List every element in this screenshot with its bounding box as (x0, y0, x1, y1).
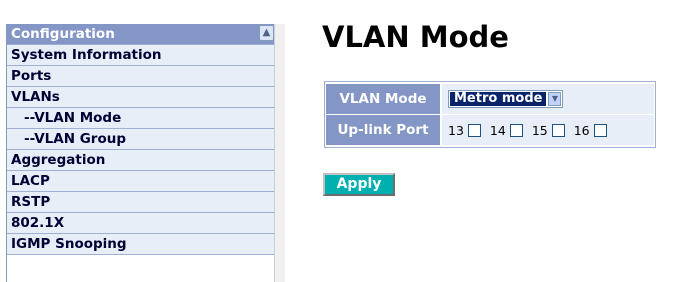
sidebar-menu: Configuration System Information Ports V… (6, 24, 276, 282)
sidebar-item-rstp[interactable]: RSTP (7, 192, 275, 213)
vlan-mode-selected-value[interactable]: Metro mode (450, 92, 547, 106)
uplink-port-value-cell: 13 14 15 16 (442, 115, 654, 145)
sidebar-item-system-information[interactable]: System Information (7, 45, 275, 66)
port-14-checkbox[interactable] (509, 123, 523, 137)
sidebar-item-aggregation[interactable]: Aggregation (7, 150, 275, 171)
uplink-port-14: 14 (490, 123, 523, 138)
uplink-port-16: 16 (574, 123, 607, 138)
sidebar-item-vlans[interactable]: VLANs (7, 87, 275, 108)
vlan-mode-row: VLAN Mode Metro mode ▼ (326, 84, 654, 114)
port-number: 15 (531, 122, 548, 138)
sidebar-header-configuration: Configuration (7, 24, 275, 45)
chevron-up-icon[interactable]: ▲ (259, 25, 274, 41)
vlan-mode-label: VLAN Mode (326, 84, 440, 114)
vlan-mode-select[interactable]: Metro mode ▼ (448, 90, 564, 108)
sidebar-item-802-1x[interactable]: 802.1X (7, 213, 275, 234)
port-13-checkbox[interactable] (467, 123, 481, 137)
port-number: 13 (448, 122, 464, 138)
port-number: 16 (573, 122, 590, 138)
sidebar-item-igmp-snooping[interactable]: IGMP Snooping (7, 234, 275, 255)
sidebar-item-lacp[interactable]: LACP (7, 171, 275, 192)
sidebar-item-ports[interactable]: Ports (7, 66, 275, 87)
uplink-port-15: 15 (532, 123, 565, 138)
apply-button[interactable]: Apply (323, 173, 395, 196)
sidebar-scrollbar[interactable] (274, 24, 285, 282)
vlan-mode-value-cell: Metro mode ▼ (442, 84, 654, 114)
port-16-checkbox[interactable] (593, 123, 607, 137)
vlan-mode-form: VLAN Mode Metro mode ▼ Up-link Port 13 1… (324, 81, 656, 148)
port-15-checkbox[interactable] (551, 123, 565, 137)
uplink-port-row: Up-link Port 13 14 15 16 (326, 115, 654, 145)
chevron-down-icon[interactable]: ▼ (548, 92, 562, 106)
page-title: VLAN Mode (322, 20, 509, 54)
sidebar-item-vlan-mode[interactable]: --VLAN Mode (7, 108, 275, 129)
sidebar-item-vlan-group[interactable]: --VLAN Group (7, 129, 275, 150)
uplink-port-13: 13 (448, 123, 481, 138)
uplink-port-label: Up-link Port (326, 115, 440, 145)
port-number: 14 (489, 122, 506, 138)
